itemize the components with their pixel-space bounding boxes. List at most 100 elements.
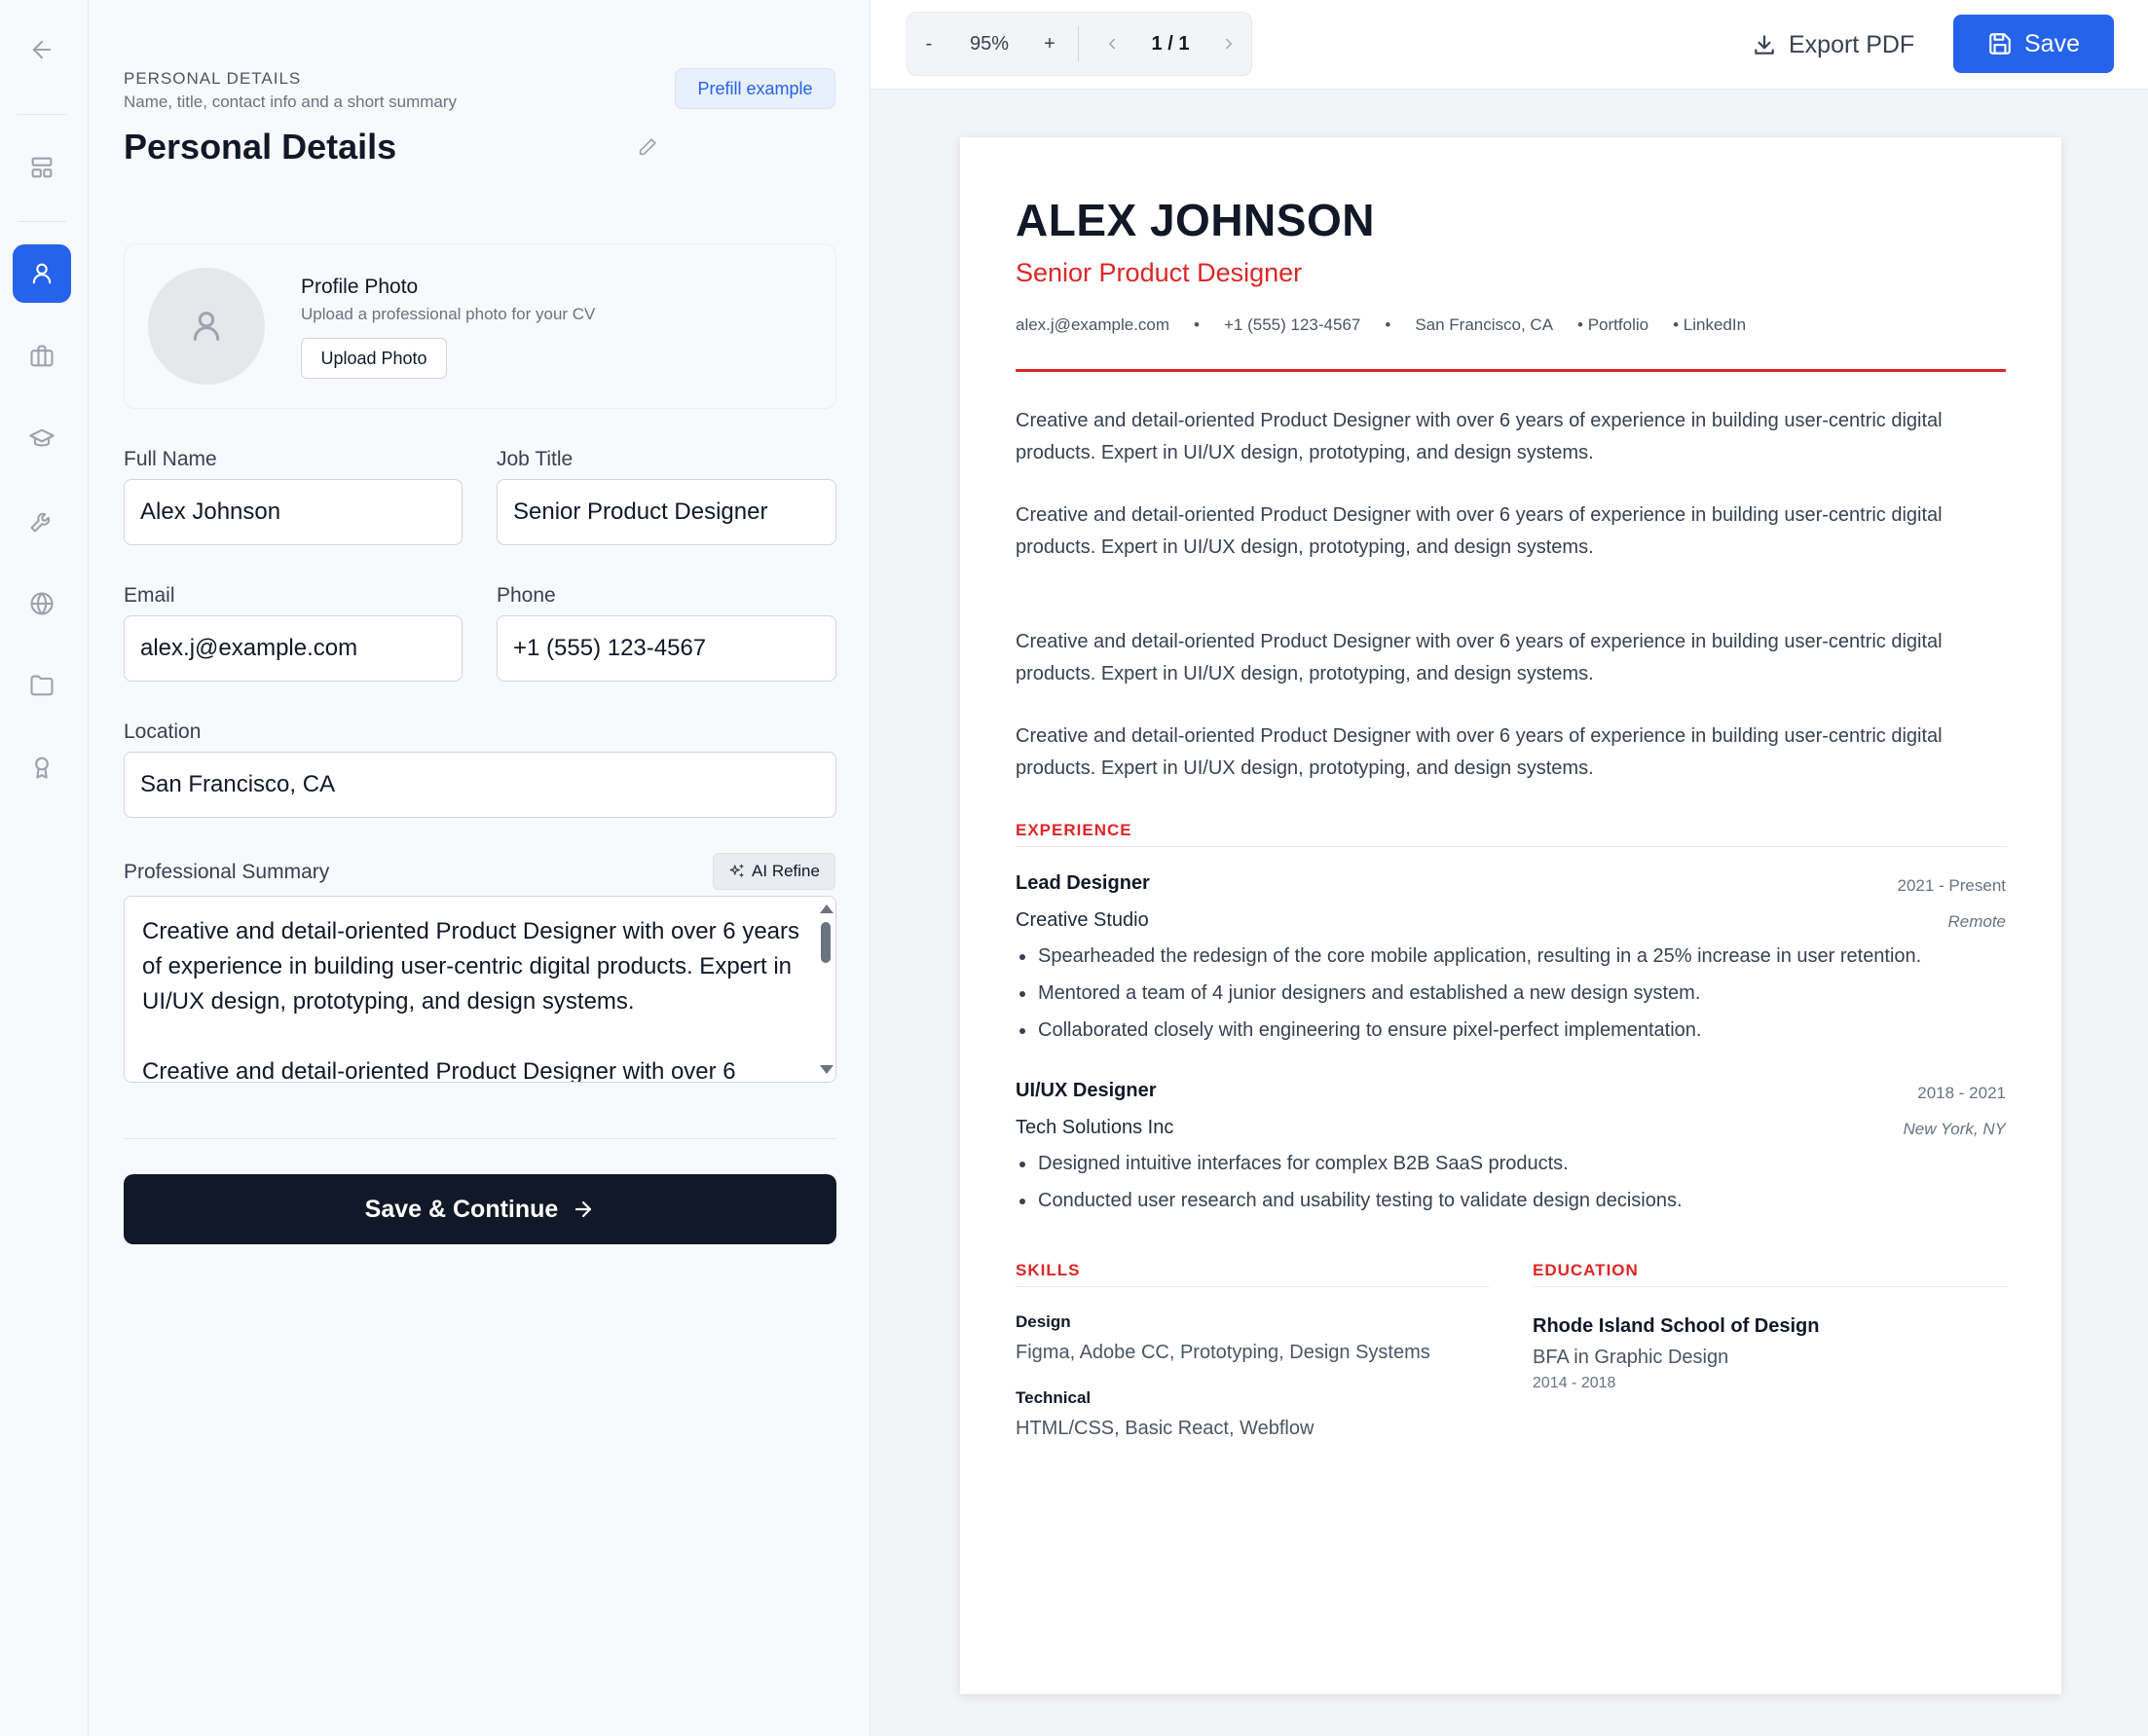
resume-phone: +1 (555) 123-4567	[1224, 315, 1361, 334]
education-degree: BFA in Graphic Design	[1533, 1347, 1729, 1368]
list-item: Designed intuitive interfaces for comple…	[1016, 1145, 2006, 1182]
briefcase-icon	[30, 345, 54, 367]
save-continue-button[interactable]: Save & Continue	[124, 1174, 836, 1244]
sparkles-icon	[729, 864, 744, 877]
summary-text: Creative and detail-oriented Product Des…	[142, 918, 800, 1083]
section-rule	[1016, 846, 2006, 847]
contact-separator: •	[1194, 315, 1200, 334]
resume-contact-line: alex.j@example.com • +1 (555) 123-4567 •…	[1016, 315, 1746, 335]
prev-page-button[interactable]	[1093, 13, 1131, 75]
list-item: Conducted user research and usability te…	[1016, 1182, 2006, 1219]
skill-category: Technical	[1016, 1388, 1092, 1407]
resume-summary-paragraph: Creative and detail-oriented Product Des…	[1016, 631, 1943, 684]
toolbar-separator	[1078, 26, 1079, 61]
experience-heading: EXPERIENCE	[1016, 821, 1132, 839]
ai-refine-label: AI Refine	[752, 862, 820, 880]
rail-item-languages[interactable]	[13, 574, 71, 633]
resume-name: ALEX JOHNSON	[1016, 195, 1375, 245]
resume-preview-page: ALEX JOHNSON Senior Product Designer ale…	[960, 137, 2061, 1694]
section-rule	[1016, 1286, 1489, 1287]
arrow-right-icon	[575, 1200, 592, 1218]
scrollbar-thumb[interactable]	[821, 922, 831, 963]
form-panel: PERSONAL DETAILS Name, title, contact in…	[89, 0, 870, 1736]
rail-item-projects[interactable]	[13, 656, 71, 715]
experience-company: Creative Studio	[1016, 909, 1149, 931]
list-item: Collaborated closely with engineering to…	[1016, 1012, 2006, 1049]
professional-summary-label: Professional Summary	[124, 861, 330, 883]
header-rule	[1016, 369, 2006, 372]
experience-dates: 2021 - Present	[1897, 876, 2006, 895]
export-pdf-button[interactable]: Export PDF	[1752, 23, 1914, 66]
textarea-scrollbar[interactable]	[818, 901, 833, 1078]
email-label: Email	[124, 584, 175, 607]
location-label: Location	[124, 720, 202, 743]
page-indicator: 1 / 1	[1151, 32, 1190, 55]
folder-icon	[30, 675, 54, 696]
resume-email: alex.j@example.com	[1016, 315, 1170, 334]
scroll-down-arrow-icon[interactable]	[820, 1065, 833, 1074]
section-eyebrow: PERSONAL DETAILS	[124, 69, 302, 88]
zoom-controls: - 95% + 1 / 1	[907, 12, 1252, 76]
education-years: 2014 - 2018	[1533, 1375, 1616, 1391]
email-field[interactable]: alex.j@example.com	[124, 615, 463, 682]
form-divider	[124, 1138, 836, 1139]
globe-icon	[30, 592, 54, 615]
award-icon	[35, 757, 49, 779]
rail-item-personal-details[interactable]	[13, 244, 71, 303]
phone-field[interactable]: +1 (555) 123-4567	[497, 615, 836, 682]
rail-item-experience[interactable]	[13, 327, 71, 386]
arrow-left-icon	[32, 40, 52, 59]
avatar-placeholder	[148, 268, 265, 385]
floppy-disk-icon	[1989, 33, 2011, 55]
experience-dates: 2018 - 2021	[1917, 1084, 2006, 1102]
chevron-right-icon	[1226, 38, 1232, 50]
save-continue-label: Save & Continue	[364, 1195, 559, 1223]
resume-linkedin-link[interactable]: • LinkedIn	[1673, 315, 1746, 335]
profile-photo-card: Profile Photo Upload a professional phot…	[124, 243, 836, 409]
chevron-left-icon	[1109, 38, 1115, 50]
prefill-example-button[interactable]: Prefill example	[675, 68, 835, 109]
wrench-icon	[30, 512, 51, 533]
rail-item-certifications[interactable]	[13, 738, 71, 796]
resume-job-title: Senior Product Designer	[1016, 258, 1303, 287]
rail-item-skills[interactable]	[13, 492, 71, 550]
zoom-out-button[interactable]: -	[907, 13, 950, 75]
full-name-input[interactable]: Alex Johnson	[124, 479, 463, 545]
scroll-up-arrow-icon[interactable]	[820, 905, 833, 913]
icon-rail	[0, 0, 89, 1736]
job-title-label: Job Title	[497, 448, 574, 470]
preview-toolbar: - 95% + 1 / 1 Export PDF Save	[870, 0, 2148, 90]
zoom-in-button[interactable]: +	[1028, 13, 1071, 75]
rail-item-education[interactable]	[13, 410, 71, 468]
rail-item-layout[interactable]	[13, 138, 71, 197]
download-icon	[1755, 35, 1774, 55]
experience-role: Lead Designer	[1016, 872, 1150, 894]
pencil-icon	[639, 138, 656, 156]
ai-refine-button[interactable]: AI Refine	[713, 853, 835, 890]
zoom-level: 95%	[969, 32, 1010, 55]
section-rule	[1533, 1286, 2006, 1287]
experience-location: New York, NY	[1903, 1120, 2006, 1138]
resume-portfolio-link[interactable]: • Portfolio	[1577, 315, 1648, 335]
section-description: Name, title, contact info and a short su…	[124, 92, 458, 111]
experience-bullets: Designed intuitive interfaces for comple…	[1016, 1145, 2006, 1219]
back-button[interactable]	[13, 20, 71, 79]
resume-summary-paragraph: Creative and detail-oriented Product Des…	[1016, 725, 1943, 779]
upload-photo-button[interactable]: Upload Photo	[301, 338, 447, 379]
layout-icon	[31, 157, 53, 178]
export-pdf-label: Export PDF	[1789, 30, 1915, 58]
rail-divider	[18, 114, 66, 115]
edit-title-button[interactable]	[637, 136, 660, 160]
save-button[interactable]: Save	[1953, 15, 2114, 73]
next-page-button[interactable]	[1209, 13, 1248, 75]
list-item: Spearheaded the redesign of the core mob…	[1016, 938, 2006, 975]
professional-summary-textarea[interactable]: Creative and detail-oriented Product Des…	[124, 896, 836, 1083]
job-title-input[interactable]: Senior Product Designer	[497, 479, 836, 545]
skill-items: Figma, Adobe CC, Prototyping, Design Sys…	[1016, 1342, 1430, 1363]
page-title: Personal Details	[124, 127, 397, 166]
location-input[interactable]: San Francisco, CA	[124, 752, 836, 818]
contact-separator: •	[1385, 315, 1391, 334]
phone-label: Phone	[497, 584, 556, 607]
resume-summary-paragraph: Creative and detail-oriented Product Des…	[1016, 504, 1943, 558]
education-heading: EDUCATION	[1533, 1261, 1639, 1279]
